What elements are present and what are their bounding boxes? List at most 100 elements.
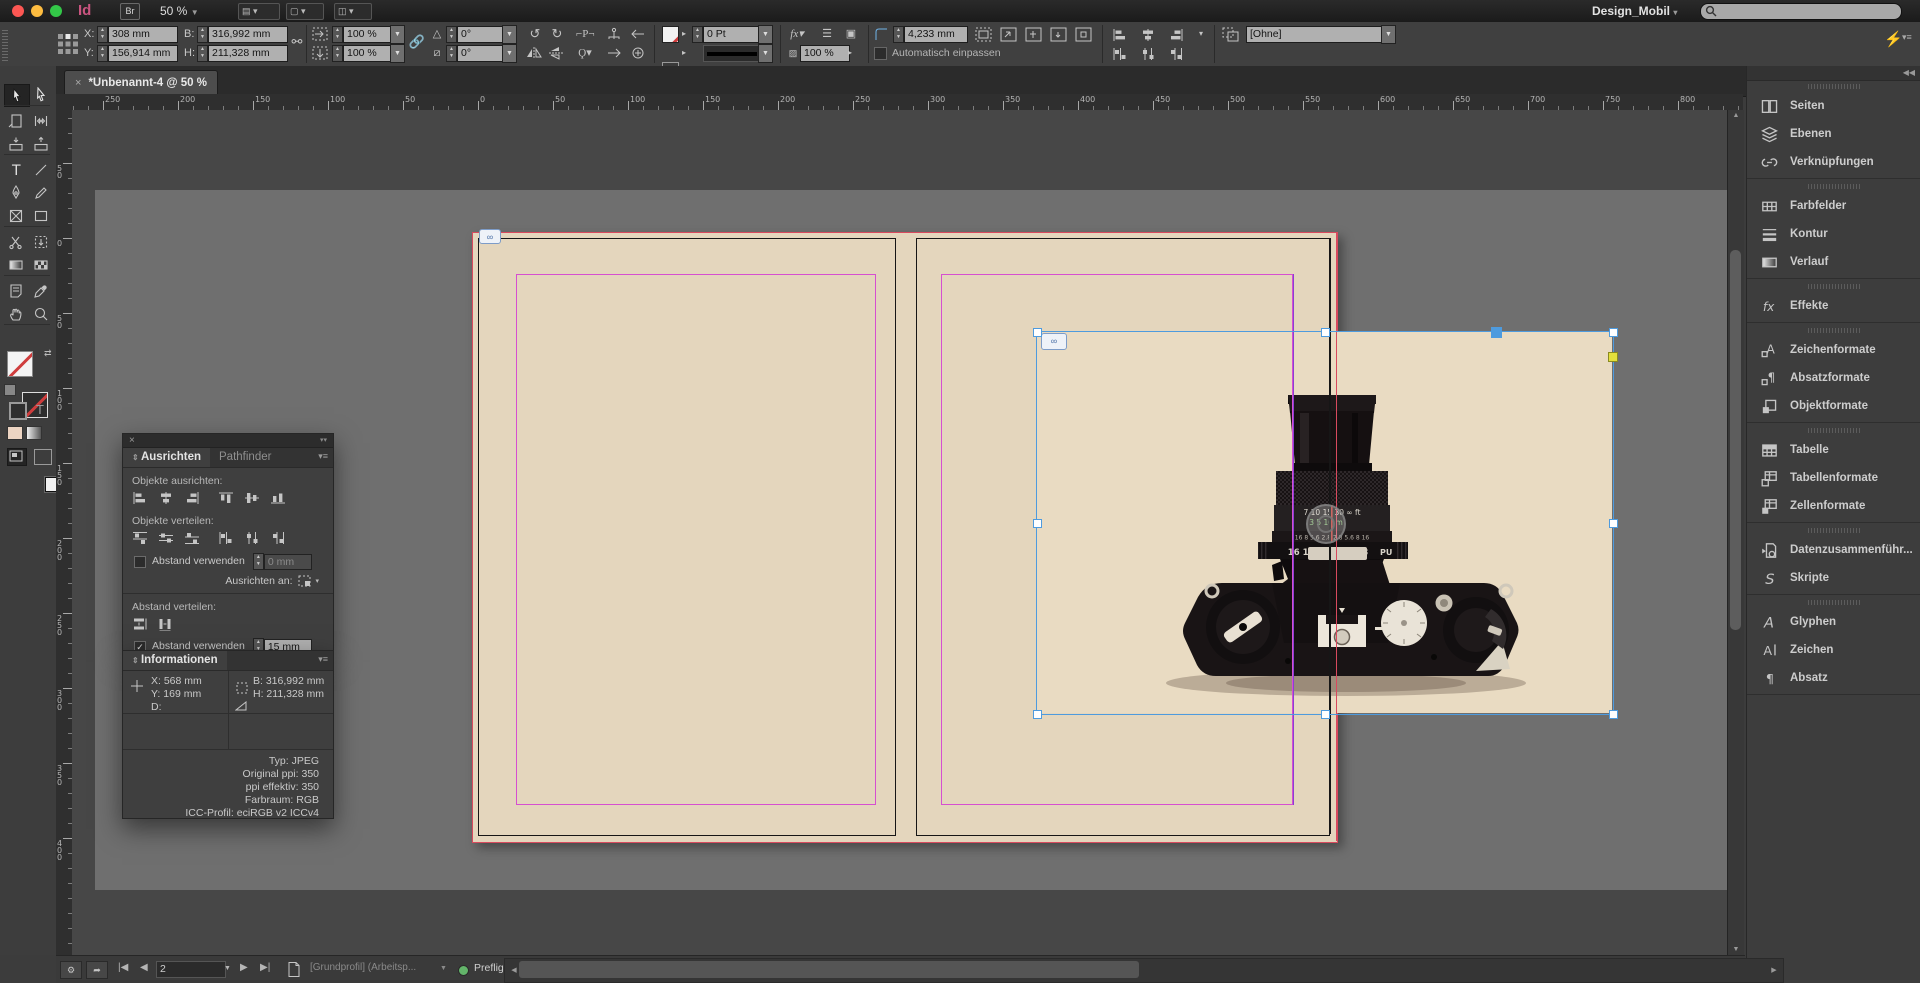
stroke-weight-field[interactable]: 0 Pt (703, 26, 761, 43)
corner-radius-field[interactable]: 4,233 mm (904, 26, 968, 43)
h-stepper[interactable]: ▲▼ (197, 45, 208, 62)
rectangle-tool[interactable] (29, 205, 53, 226)
distribute-vertical-space-button[interactable] (132, 617, 154, 633)
ruler-origin-corner[interactable] (56, 94, 73, 111)
dock-group-grip[interactable] (1747, 525, 1920, 536)
stroke-weight-stepper[interactable]: ▲▼ (692, 26, 703, 43)
document-tab[interactable]: ×*Unbenannt-4 @ 50 % (64, 70, 218, 96)
selection-tool[interactable] (4, 84, 30, 107)
dock-collapse-button[interactable]: ◀◀ (1747, 66, 1920, 81)
dock-item-fx[interactable]: fxEffekte (1747, 292, 1920, 320)
spread-link-badge[interactable]: ∞ (479, 229, 501, 244)
selection-handle[interactable] (1609, 519, 1618, 528)
dock-item-datamerge[interactable]: Datenzusammenführ... (1747, 536, 1920, 564)
scroll-down-icon[interactable]: ▼ (1728, 946, 1744, 953)
scale-y-dropdown[interactable]: ▼ (390, 44, 405, 63)
eyedropper-tool[interactable] (29, 280, 53, 301)
free-transform-tool[interactable] (29, 231, 53, 252)
flip-horizontal-icon[interactable] (526, 46, 542, 60)
distribute-left-edges-button[interactable] (218, 531, 240, 547)
constrain-scale-icon[interactable]: 🔗 (408, 34, 426, 50)
page-number-field[interactable]: 2 (156, 961, 226, 978)
tab-informationen[interactable]: ⇕ Informationen (123, 651, 227, 670)
dock-item-pages[interactable]: Seiten (1747, 92, 1920, 120)
effects-icon[interactable]: fx▾ (788, 26, 806, 42)
scroll-up-icon[interactable]: ▲ (1728, 112, 1744, 119)
dock-item-glyphs[interactable]: AGlyphen (1747, 608, 1920, 636)
spacing-field-disabled[interactable]: 0 mm (264, 554, 312, 570)
corner-edit-handle[interactable] (1608, 352, 1618, 362)
gradient-tool[interactable] (4, 254, 28, 275)
panel-minimize-icon[interactable]: ▾▾ (320, 434, 327, 447)
corner-options-icon[interactable] (874, 27, 890, 41)
info-panel-menu-icon[interactable]: ▾≡ (318, 654, 328, 665)
page-number-dropdown[interactable]: ▼ (224, 965, 231, 972)
x-stepper[interactable]: ▲▼ (97, 26, 108, 43)
dock-item-paragraph[interactable]: ¶Absatz (1747, 664, 1920, 692)
apply-color-button[interactable] (7, 426, 23, 440)
content-placer-tool[interactable] (29, 133, 53, 154)
dock-item-character[interactable]: AZeichen (1747, 636, 1920, 664)
h-field[interactable]: 211,328 mm (208, 45, 288, 62)
version-sync-button[interactable]: ⚙ (60, 961, 82, 979)
close-document-icon[interactable]: × (75, 77, 81, 89)
w-stepper[interactable]: ▲▼ (197, 26, 208, 43)
dock-item-tablestyle[interactable]: Tabellenformate (1747, 464, 1920, 492)
opacity-arrow[interactable]: ▸ (846, 45, 854, 61)
export-button[interactable]: ➦ (86, 961, 108, 979)
distribute-left-edges-button[interactable] (1112, 47, 1134, 63)
align-bottom-edges-button[interactable] (270, 491, 292, 507)
tools-panel-grip[interactable] (2, 30, 8, 62)
selection-handle[interactable] (1033, 710, 1042, 719)
selection-handle[interactable] (1609, 328, 1618, 337)
dock-group-grip[interactable] (1747, 425, 1920, 436)
align-horizontal-centers-button[interactable] (158, 491, 180, 507)
distribute-right-edges-button[interactable] (1168, 47, 1190, 63)
scale-x-stepper[interactable]: ▲▼ (332, 26, 343, 43)
align-to-icon[interactable] (297, 574, 313, 588)
align-right-edges-button[interactable] (184, 491, 206, 507)
fit-frame-to-content-icon[interactable] (1025, 27, 1042, 42)
screen-mode-preview-button[interactable] (34, 449, 52, 465)
direct-selection-tool[interactable] (29, 84, 53, 105)
scroll-right-icon[interactable]: ▶ (1766, 966, 1782, 974)
screen-mode-normal-button[interactable] (7, 448, 27, 466)
zoom-tool[interactable] (29, 303, 53, 324)
gradient-feather-tool[interactable] (29, 254, 53, 275)
dock-item-table[interactable]: Tabelle (1747, 436, 1920, 464)
fit-content-to-frame-icon[interactable] (1050, 27, 1067, 42)
horizontal-scroll-thumb[interactable] (519, 961, 1139, 978)
selection-handle[interactable] (1321, 710, 1330, 719)
align-right-edges-button[interactable] (1168, 28, 1190, 44)
rotation-dropdown[interactable]: ▼ (502, 25, 517, 44)
x-field[interactable]: 308 mm (108, 26, 178, 43)
quick-apply-icon[interactable]: ⚡ (1884, 30, 1903, 48)
distribute-horizontal-centers-button[interactable] (244, 531, 266, 547)
shear-field[interactable]: 0° (457, 45, 505, 62)
spacing-stepper[interactable]: ▲▼ (253, 553, 264, 570)
reference-point-proxy[interactable] (57, 33, 79, 55)
frame-tool[interactable] (4, 205, 28, 226)
distribute-bottom-edges-button[interactable] (184, 531, 206, 547)
search-input[interactable] (1700, 3, 1902, 20)
align-to-arrow[interactable]: ▾ (315, 577, 319, 585)
dock-item-swatches[interactable]: Farbfelder (1747, 192, 1920, 220)
text-wrap-bounding-icon[interactable]: ▣ (842, 26, 860, 42)
dock-item-layers[interactable]: Ebenen (1747, 120, 1920, 148)
type-tool[interactable]: T (4, 159, 28, 180)
content-grabber[interactable] (1306, 504, 1346, 544)
dock-item-objstyle[interactable]: Objektformate (1747, 392, 1920, 420)
selection-handle[interactable] (1033, 328, 1042, 337)
default-fill-stroke-icon[interactable] (4, 384, 16, 396)
formatting-affects-text-button[interactable]: T (36, 402, 44, 417)
hand-tool[interactable] (4, 303, 28, 324)
stroke-style-field[interactable] (703, 45, 761, 62)
rotate-90-icons[interactable]: Ϙ▾ (576, 45, 594, 61)
previous-page-button[interactable]: ◀ (140, 962, 148, 973)
first-page-button[interactable]: |◀ (118, 962, 128, 973)
workspace-switcher[interactable]: Design_Mobil ▾ (1592, 4, 1677, 18)
rotate-cw-icon[interactable]: ↻ (548, 26, 566, 42)
rotation-field[interactable]: 0° (457, 26, 505, 43)
dock-group-grip[interactable] (1747, 81, 1920, 92)
tab-pathfinder[interactable]: Pathfinder (210, 448, 280, 467)
